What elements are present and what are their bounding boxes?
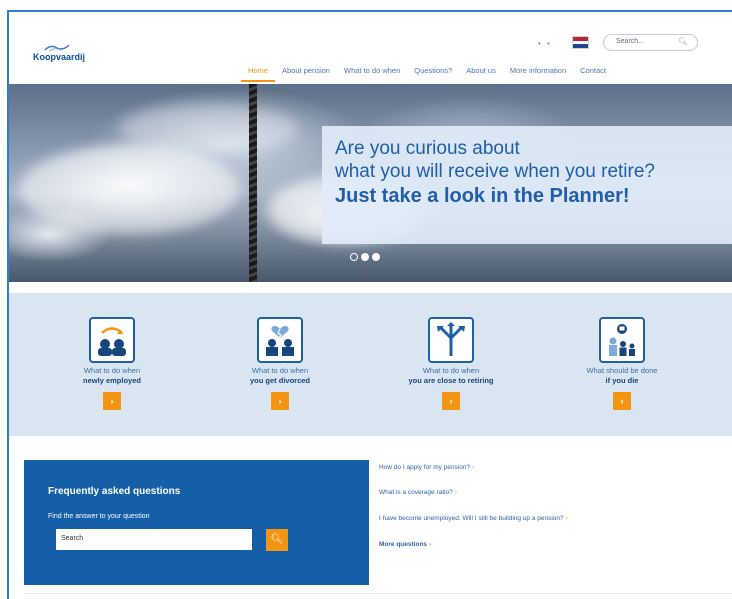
event-label: What should be done	[586, 366, 658, 375]
family-loss-icon	[599, 317, 645, 363]
faq-more-questions-link[interactable]: More questions ›	[379, 541, 431, 548]
faq-question-text: I have become unemployed. Will I still b…	[379, 515, 564, 522]
dutch-flag-icon[interactable]	[572, 36, 589, 49]
life-events-band: What to do when newly employed › What to…	[9, 293, 732, 436]
nav-item-more-information[interactable]: More information	[503, 62, 573, 82]
chevron-right-icon: ›	[472, 464, 475, 471]
signpost-icon	[428, 317, 474, 363]
footer-divider	[24, 593, 732, 594]
event-label: What to do when	[251, 366, 309, 375]
event-close-to-retiring[interactable]: What to do when you are close to retirin…	[381, 317, 521, 410]
site-search-placeholder: Search...	[616, 38, 645, 45]
hero-line-1: Are you curious about	[335, 138, 520, 159]
nav-item-what-to-do-when[interactable]: What to do when	[337, 62, 407, 82]
event-if-you-die[interactable]: What should be done if you die ›	[552, 317, 692, 410]
chevron-right-icon: ›	[565, 515, 568, 522]
faq-search-input[interactable]: Search	[56, 529, 252, 550]
faq-question-link[interactable]: What is a coverage ratio? ›	[379, 489, 457, 496]
broken-heart-icon	[257, 317, 303, 363]
people-arrow-icon	[89, 317, 135, 363]
carousel-dot[interactable]	[372, 253, 380, 261]
event-go-button[interactable]: ›	[442, 392, 460, 410]
site-search-input[interactable]: Search... 🔍︎	[603, 34, 698, 51]
nav-item-about-us[interactable]: About us	[459, 62, 503, 82]
hero-message-box[interactable]: Are you curious about what you will rece…	[322, 126, 732, 244]
faq-search-placeholder: Search	[61, 535, 84, 542]
event-label: What to do when	[83, 366, 141, 375]
logo-wave-icon	[44, 44, 70, 52]
logo[interactable]: Koopvaardij	[33, 52, 85, 62]
faq-question-text: What is a coverage ratio?	[379, 489, 453, 496]
nav-item-home[interactable]: Home	[241, 62, 276, 82]
carousel-indicators	[350, 253, 380, 261]
event-title: if you die	[605, 376, 639, 385]
hero-spray	[119, 104, 299, 154]
nav-item-contact[interactable]: Contact	[573, 62, 613, 82]
main-navigation: Home About pension What to do when Quest…	[241, 62, 613, 82]
faq-search-button[interactable]: 🔍︎	[266, 529, 288, 551]
search-icon: 🔍︎	[270, 534, 284, 545]
faq-more-text: More questions	[379, 541, 428, 548]
faq-title: Frequently asked questions	[48, 486, 181, 497]
event-title: newly employed	[83, 376, 141, 385]
hero-rope	[249, 84, 257, 282]
search-icon[interactable]: 🔍︎	[678, 37, 688, 46]
faq-question-text: How do I apply for my pension?	[379, 464, 471, 471]
hero-spray	[19, 144, 239, 234]
faq-question-link[interactable]: I have become unemployed. Will I still b…	[379, 515, 568, 522]
event-title: you are close to retiring	[408, 376, 494, 385]
faq-panel: Frequently asked questions Find the answ…	[24, 460, 369, 585]
hero-line-3: Just take a look in the Planner!	[335, 185, 630, 207]
event-title: you get divorced	[249, 376, 310, 385]
hero-line-2: what you will receive when you retire?	[335, 161, 655, 182]
event-go-button[interactable]: ›	[103, 392, 121, 410]
chevron-right-icon: ›	[429, 541, 432, 548]
hero-banner[interactable]: Are you curious about what you will rece…	[9, 84, 732, 282]
nav-item-about-pension[interactable]: About pension	[275, 62, 337, 82]
event-divorced[interactable]: What to do when you get divorced ›	[210, 317, 350, 410]
faq-subtitle: Find the answer to your question	[48, 513, 150, 520]
event-newly-employed[interactable]: What to do when newly employed ›	[42, 317, 182, 410]
event-go-button[interactable]: ›	[613, 392, 631, 410]
carousel-dot[interactable]	[350, 253, 358, 261]
event-label: What to do when	[422, 366, 480, 375]
chevron-right-icon: ›	[454, 489, 457, 496]
nav-item-questions[interactable]: Questions?	[407, 62, 459, 82]
language-dots[interactable]: • •	[538, 39, 552, 48]
faq-question-link[interactable]: How do I apply for my pension? ›	[379, 464, 474, 471]
browser-frame: Koopvaardij • • Search... 🔍︎ Home About …	[7, 10, 732, 599]
event-go-button[interactable]: ›	[271, 392, 289, 410]
carousel-dot-active[interactable]	[361, 253, 369, 261]
